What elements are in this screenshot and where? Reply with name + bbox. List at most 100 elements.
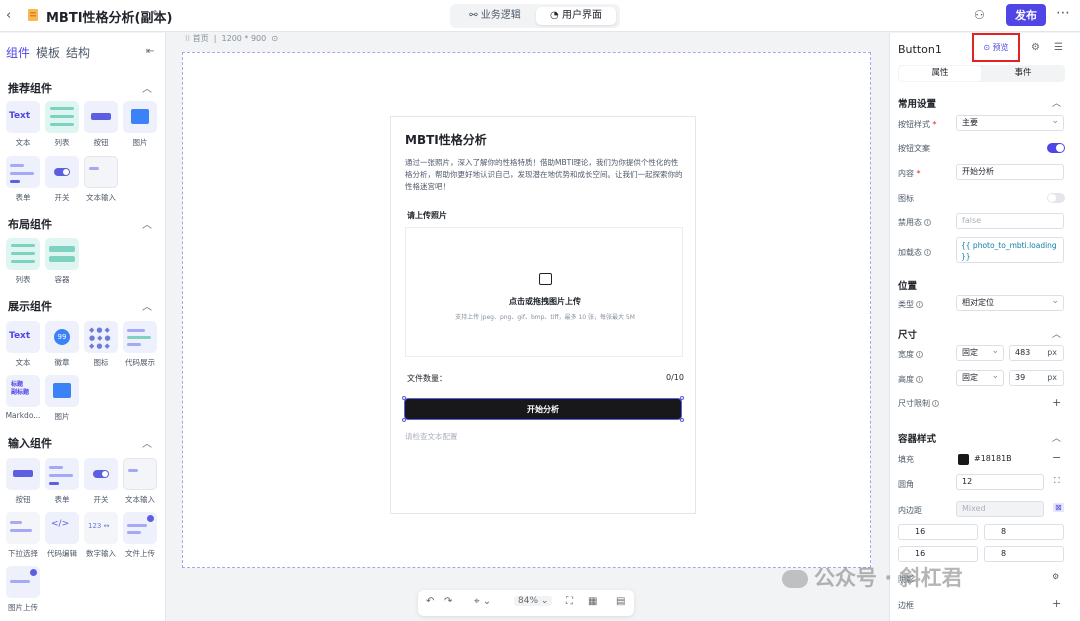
tab-properties[interactable]: 属性 bbox=[899, 66, 981, 81]
content-label: 内容 * bbox=[898, 169, 921, 178]
chevron-up-icon[interactable]: ︿ bbox=[142, 216, 152, 231]
pointer-icon[interactable]: ⌖ ⌄ bbox=[474, 596, 491, 607]
page-frame[interactable]: MBTI性格分析 通过一张照片，深入了解你的性格特质！借助MBTI理论，我们为你… bbox=[182, 52, 871, 568]
preview-button[interactable]: ⊙ 预览 bbox=[972, 33, 1020, 62]
back-icon[interactable]: ‹ bbox=[6, 8, 11, 23]
shadow-settings-icon[interactable]: ⚙ bbox=[1052, 572, 1059, 581]
grid-icon[interactable]: ▦ bbox=[588, 596, 597, 607]
component-layout-list[interactable]: 列表 bbox=[6, 238, 40, 285]
tab-events[interactable]: 事件 bbox=[982, 66, 1064, 81]
component-select[interactable]: 下拉选择 bbox=[6, 512, 40, 559]
position-type-select[interactable]: 相对定位 bbox=[956, 294, 1064, 311]
component-markdown[interactable]: 标题 副标题 Markdo... bbox=[6, 375, 40, 420]
add-icon[interactable]: + bbox=[1052, 396, 1061, 409]
component-display-text[interactable]: Text 文本 bbox=[6, 321, 40, 368]
start-analysis-button[interactable]: 开始分析 bbox=[404, 398, 682, 420]
publish-button[interactable]: 发布 bbox=[1006, 4, 1046, 26]
chevron-up-icon[interactable]: ︿ bbox=[1052, 431, 1061, 444]
component-number-input[interactable]: 123 ↔ 数字输入 bbox=[84, 512, 118, 559]
component-icon[interactable]: ◆●◆ ●◆● ◆●◆ 图标 bbox=[84, 321, 118, 368]
component-input-switch[interactable]: 开关 bbox=[84, 458, 118, 505]
component-image[interactable]: 图片 bbox=[123, 101, 157, 148]
tab-business-logic[interactable]: ⚯ 业务逻辑 bbox=[456, 7, 534, 25]
app-card[interactable]: MBTI性格分析 通过一张照片，深入了解你的性格特质！借助MBTI理论，我们为你… bbox=[390, 116, 696, 514]
section-size-title: 尺寸 bbox=[898, 330, 918, 341]
tab-structure[interactable]: 结构 bbox=[66, 46, 90, 60]
icon-toggle[interactable] bbox=[1047, 193, 1065, 203]
resize-handle[interactable] bbox=[680, 396, 684, 400]
redo-icon[interactable]: ↷ bbox=[444, 596, 452, 607]
component-name: Button1 bbox=[898, 43, 942, 56]
section-title: 推荐组件 bbox=[8, 82, 52, 95]
tab-templates[interactable]: 模板 bbox=[36, 46, 60, 60]
radius-input[interactable]: 12 bbox=[956, 474, 1044, 490]
chevron-up-icon[interactable]: ︿ bbox=[1052, 96, 1061, 109]
component-panel: 组件 模板 结构 ⇤ 推荐组件 ︿ Text 文本 列表 按钮 图片 表单 开关 文本… bbox=[0, 33, 166, 621]
document-icon[interactable]: ▤ bbox=[616, 596, 625, 607]
component-switch[interactable]: 开关 bbox=[45, 156, 79, 203]
component-input-text[interactable]: 文本输入 bbox=[123, 458, 157, 505]
button-style-label: 按钮样式 * bbox=[898, 120, 937, 129]
component-input-button[interactable]: 按钮 bbox=[6, 458, 40, 505]
zoom-select[interactable]: 84% ⌄ bbox=[514, 596, 553, 606]
button-style-select[interactable]: 主要 bbox=[956, 114, 1064, 131]
section-common-title: 常用设置 bbox=[898, 99, 937, 110]
more-icon[interactable]: ⋯ bbox=[1056, 5, 1070, 21]
component-code-display[interactable]: 代码展示 bbox=[123, 321, 157, 368]
padding-bottom-input[interactable]: 8 bbox=[984, 546, 1064, 562]
disabled-input[interactable]: false bbox=[956, 213, 1064, 229]
component-image-upload[interactable]: 图片上传 bbox=[6, 566, 40, 613]
content-input[interactable]: 开始分析 bbox=[956, 164, 1064, 180]
collapse-panel-icon[interactable]: ⇤ bbox=[146, 46, 154, 57]
upload-dropzone[interactable]: 点击或拖拽图片上传 支持上传 jpeg、png、gif、bmp、tiff，最多 … bbox=[405, 227, 683, 357]
padding-mode-input[interactable]: Mixed bbox=[956, 501, 1044, 517]
resize-handle[interactable] bbox=[402, 418, 406, 422]
component-code-editor[interactable]: </> 代码编辑 bbox=[45, 512, 79, 559]
resize-handle[interactable] bbox=[680, 418, 684, 422]
component-file-upload[interactable]: 文件上传 bbox=[123, 512, 157, 559]
component-list[interactable]: 列表 bbox=[45, 101, 79, 148]
disabled-label: 禁用态 i bbox=[898, 217, 931, 228]
chevron-up-icon[interactable]: ︿ bbox=[142, 298, 152, 313]
padding-right-input[interactable]: 16 bbox=[898, 546, 978, 562]
fit-screen-icon[interactable]: ⛶ bbox=[566, 596, 573, 607]
edit-title-icon[interactable]: ✎ bbox=[152, 8, 161, 21]
section-title: 输入组件 bbox=[8, 437, 52, 450]
padding-label: 内边距 bbox=[898, 506, 922, 515]
add-border-icon[interactable]: + bbox=[1052, 597, 1061, 610]
height-label: 高度 i bbox=[898, 374, 923, 385]
component-badge[interactable]: 99 徽章 bbox=[45, 321, 79, 368]
component-form[interactable]: 表单 bbox=[6, 156, 40, 203]
tab-user-interface[interactable]: ◔ 用户界面 bbox=[536, 7, 616, 25]
width-mode-select[interactable]: 固定 bbox=[956, 344, 1004, 361]
width-input[interactable]: 483 px bbox=[1009, 345, 1064, 361]
tab-components[interactable]: 组件 bbox=[6, 46, 30, 60]
fill-color-swatch[interactable] bbox=[958, 454, 969, 465]
loading-expression-input[interactable]: {{ photo_to_mbti.loading }} bbox=[956, 237, 1064, 263]
chevron-up-icon[interactable]: ︿ bbox=[1052, 327, 1061, 340]
collaborator-icon[interactable]: ⚇ bbox=[974, 8, 985, 22]
padding-split-icon[interactable]: ⊠ bbox=[1053, 503, 1064, 512]
radius-corners-icon[interactable]: ⛶ bbox=[1054, 476, 1060, 486]
padding-top-input[interactable]: 8 bbox=[984, 524, 1064, 540]
resize-handle[interactable] bbox=[402, 396, 406, 400]
gear-icon[interactable]: ⚙ bbox=[1031, 42, 1040, 53]
component-text[interactable]: Text 文本 bbox=[6, 101, 40, 148]
fill-color-value[interactable]: #18181B bbox=[974, 454, 1012, 463]
button-text-toggle[interactable] bbox=[1047, 143, 1065, 153]
chevron-up-icon[interactable]: ︿ bbox=[142, 80, 152, 95]
remove-icon[interactable]: − bbox=[1052, 451, 1061, 464]
card-description: 通过一张照片，深入了解你的性格特质！借助MBTI理论，我们为你提供个性化的性格分… bbox=[405, 158, 683, 191]
component-container[interactable]: 容器 bbox=[45, 238, 79, 285]
image-icon bbox=[539, 273, 552, 285]
padding-left-input[interactable]: 16 bbox=[898, 524, 978, 540]
height-mode-select[interactable]: 固定 bbox=[956, 369, 1004, 386]
chevron-up-icon[interactable]: ︿ bbox=[142, 435, 152, 450]
component-display-image[interactable]: 图片 bbox=[45, 375, 79, 422]
component-text-input[interactable]: 文本输入 bbox=[84, 156, 118, 203]
component-button[interactable]: 按钮 bbox=[84, 101, 118, 148]
height-input[interactable]: 39 px bbox=[1009, 370, 1064, 386]
undo-icon[interactable]: ↶ bbox=[426, 596, 434, 607]
component-input-form[interactable]: 表单 bbox=[45, 458, 79, 505]
list-icon[interactable]: ☰ bbox=[1054, 42, 1063, 53]
